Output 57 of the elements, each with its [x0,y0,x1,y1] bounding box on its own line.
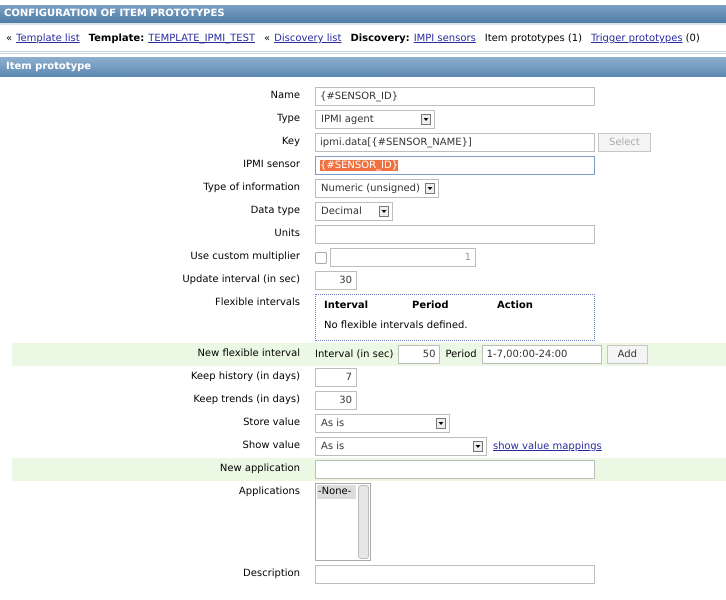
field-label: Data type [250,204,300,216]
field-label: Keep history (in days) [190,370,300,382]
field-label: Applications [238,485,300,497]
text-field[interactable] [315,460,595,479]
breadcrumb-label: Discovery: [350,33,410,44]
field-label: Keep trends (in days) [192,393,300,405]
column-header: Action [497,300,534,311]
column-header: Period [412,300,450,311]
add-button[interactable]: Add [606,345,648,364]
field-label: Update interval (in sec) [181,273,300,285]
guillemet: « [6,33,12,44]
field-label: New application [218,462,300,474]
field-label: Flexible intervals [214,296,300,308]
field-label: Period [445,349,477,360]
applications-listbox[interactable]: -None- [315,483,371,561]
number-field[interactable]: 30 [315,271,357,290]
count-text: (0) [686,33,700,44]
dropdown[interactable]: IPMI agent [315,110,435,129]
breadcrumb-link[interactable]: IMPI sensors [414,33,476,44]
period-field[interactable]: 1-7,00:00-24:00 [482,345,602,364]
field-label: Show value [242,439,300,451]
list-option[interactable]: -None- [317,485,356,499]
breadcrumb-link[interactable]: Template list [16,33,80,44]
text-field[interactable] [315,225,595,244]
value-mappings-link[interactable]: show value mappings [493,441,602,452]
breadcrumb-link[interactable]: Trigger prototypes [591,33,683,44]
dropdown[interactable]: Decimal [315,202,393,221]
scrollbar[interactable] [358,485,369,559]
breadcrumb-label: Template: [88,33,144,44]
empty-message: No flexible intervals defined. [324,320,468,331]
field-label: Type of information [202,181,300,193]
number-field[interactable]: 50 [398,345,440,364]
field-label: IPMI sensor [242,158,300,170]
dropdown[interactable]: Numeric (unsigned) [315,179,439,198]
text-field[interactable] [315,565,595,584]
number-field[interactable]: 7 [315,368,357,387]
field-label: New flexible interval [196,347,300,359]
section-header: Item prototype [0,57,726,77]
dropdown[interactable]: As is [315,437,487,456]
text-field[interactable]: {#SENSOR_ID} [315,87,595,106]
breadcrumb-link[interactable]: TEMPLATE_IPMI_TEST [148,33,256,44]
field-label: Interval (in sec) [315,349,394,360]
field-label: Key [280,135,300,147]
page-header: CONFIGURATION OF ITEM PROTOTYPES [0,5,726,25]
field-label: Type [276,112,300,124]
checkbox[interactable] [315,252,327,264]
guillemet: « [264,33,270,44]
field-label: Store value [242,416,300,428]
breadcrumb-link[interactable]: Discovery list [274,33,342,44]
breadcrumb-text: Item prototypes (1) [484,33,582,44]
number-field[interactable]: 30 [315,391,357,410]
field-label: Description [242,567,300,579]
field-label: Use custom multiplier [189,250,300,262]
dropdown[interactable]: As is [315,414,450,433]
column-header: Interval [324,300,370,311]
field-label: Name [269,89,300,101]
field-label: Units [273,227,300,239]
